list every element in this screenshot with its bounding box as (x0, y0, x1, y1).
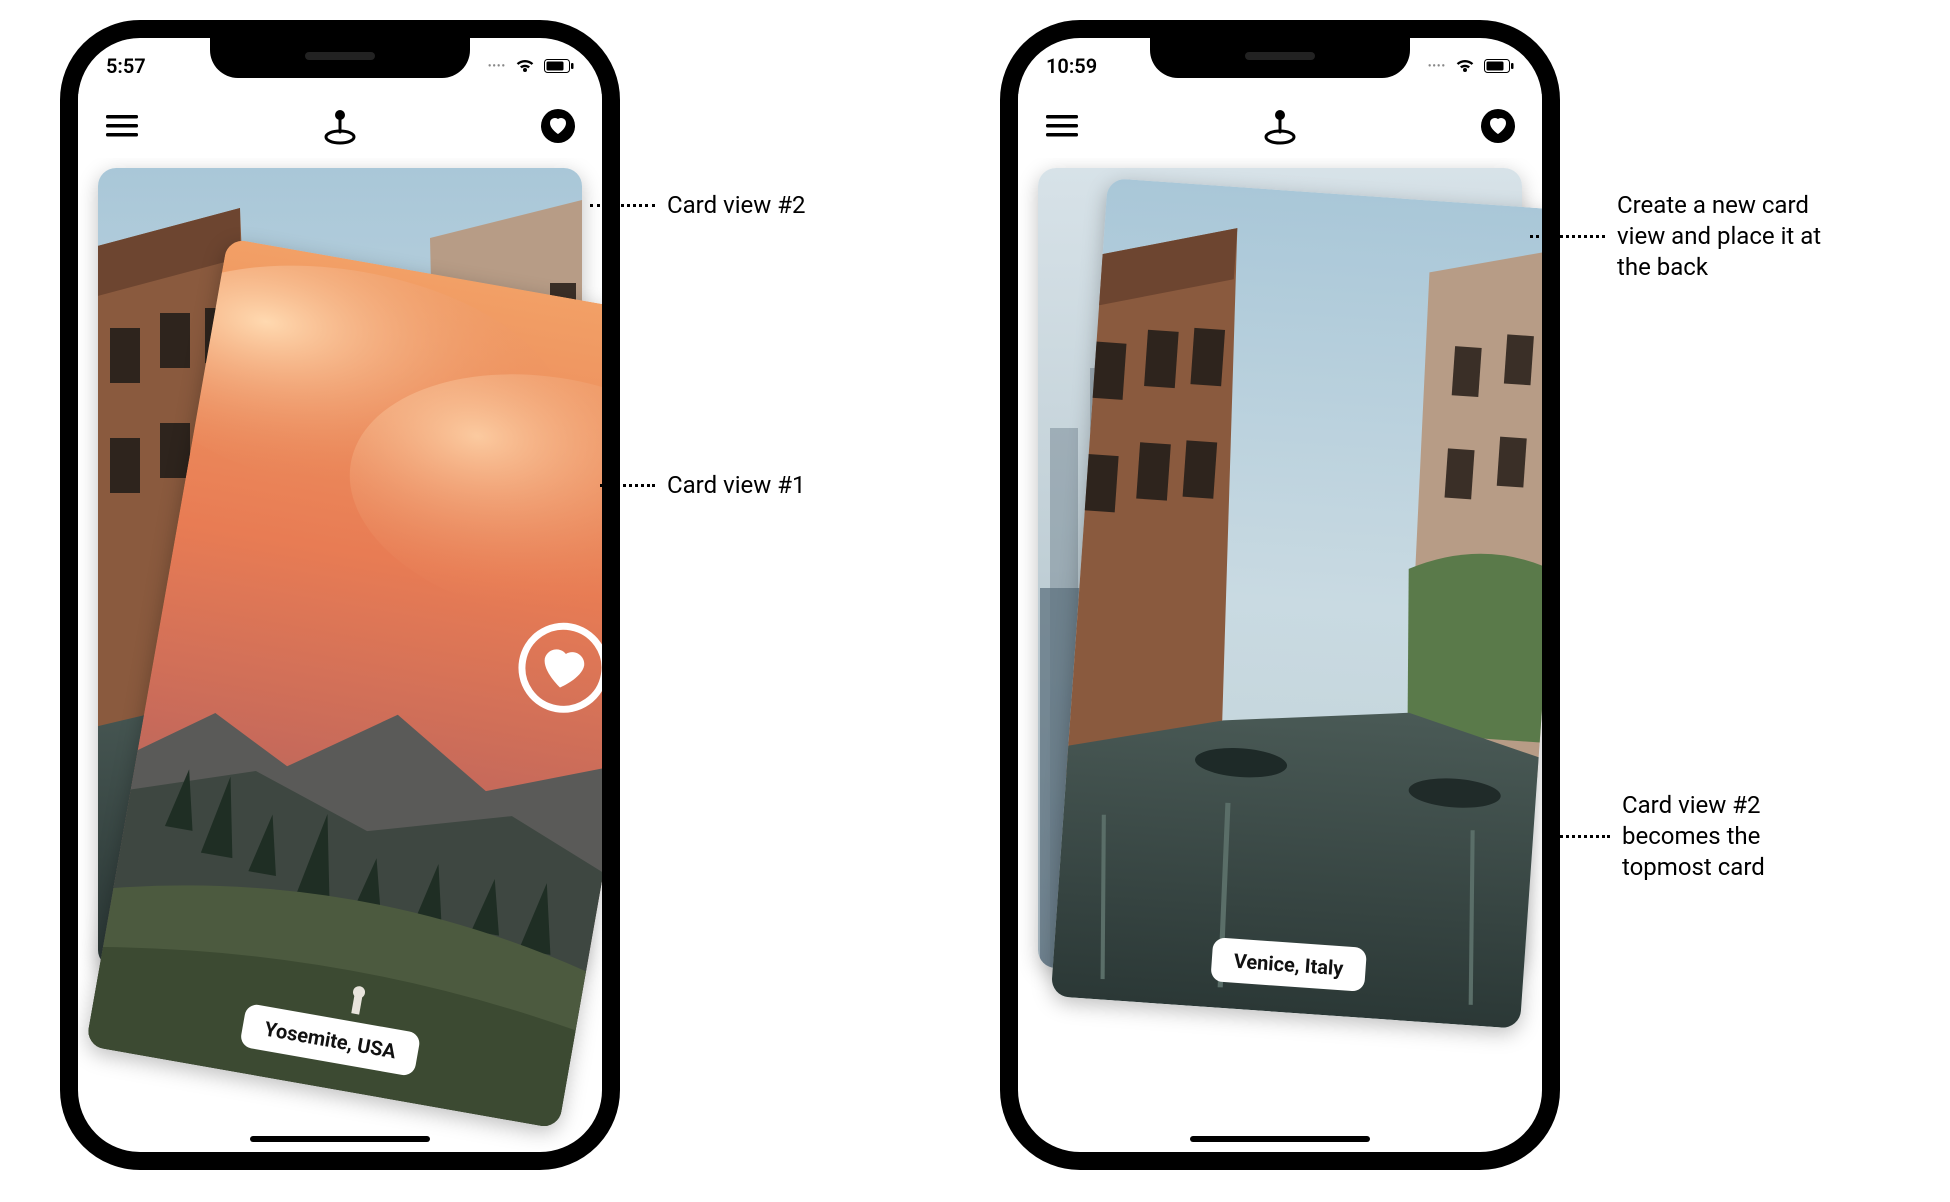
wifi-icon (1454, 58, 1476, 74)
cellular-dots-icon: •••• (488, 61, 506, 72)
battery-icon (544, 59, 574, 73)
cellular-dots-icon: •••• (1428, 61, 1446, 72)
annotation-right-top: Create a new card view and place it at t… (1530, 190, 1835, 284)
favorites-button[interactable] (1478, 106, 1518, 146)
card-photo (1051, 178, 1560, 1029)
location-pin-icon[interactable] (320, 106, 360, 146)
card-stack[interactable]: Venice, Italy (1038, 168, 1522, 1102)
phone-notch (210, 34, 470, 78)
annotation-left-mid: Card view #1 (600, 470, 806, 501)
home-indicator[interactable] (250, 1136, 430, 1142)
phone-mock-left: 5:57 •••• (60, 20, 620, 1170)
menu-button[interactable] (102, 106, 142, 146)
location-pin-icon[interactable] (1260, 106, 1300, 146)
status-time: 5:57 (106, 54, 146, 78)
phone-notch (1150, 34, 1410, 78)
home-indicator[interactable] (1190, 1136, 1370, 1142)
phone-mock-right: 10:59 •••• (1000, 20, 1560, 1170)
card-stack[interactable]: Yosemite, USA (98, 168, 582, 1102)
status-time: 10:59 (1046, 54, 1097, 78)
nav-bar (1018, 94, 1542, 158)
battery-icon (1484, 59, 1514, 73)
annotation-left-top: Card view #2 (590, 190, 806, 221)
wifi-icon (514, 58, 536, 74)
card-view-2-top[interactable]: Venice, Italy (1051, 178, 1560, 1029)
nav-bar (78, 94, 602, 158)
menu-button[interactable] (1042, 106, 1082, 146)
annotation-right-mid: Card view #2 becomes the topmost card (1555, 790, 1840, 884)
favorites-button[interactable] (538, 106, 578, 146)
